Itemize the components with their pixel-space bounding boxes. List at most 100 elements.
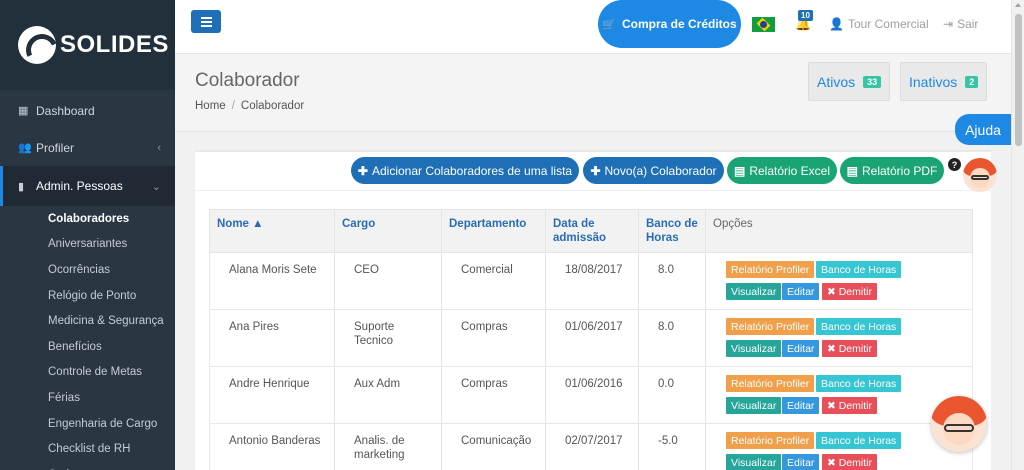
menu-toggle-button[interactable] — [191, 10, 221, 33]
editar-button[interactable]: Editar — [782, 283, 820, 300]
user-times-icon: ✖ — [827, 342, 839, 355]
cell-nome: Ana Pires — [229, 321, 279, 333]
inativos-counter-button[interactable]: Inativos 2 — [900, 62, 988, 101]
sidebar-subitem-ferias[interactable]: Férias — [0, 385, 175, 411]
relatorio-profiler-button[interactable]: Relatório Profiler — [726, 432, 815, 449]
cell-nome: Antonio Banderas — [229, 435, 321, 447]
chevron-left-icon: ‹ — [157, 141, 161, 154]
breadcrumb-home[interactable]: Home — [195, 100, 226, 112]
scroll-up-icon[interactable] — [1015, 3, 1021, 7]
sidebar-subitem-relogio-de-ponto[interactable]: Relógio de Ponto — [0, 283, 175, 309]
brand-name: SOLIDES — [60, 31, 169, 58]
column-header-cargo[interactable]: Cargo — [342, 217, 375, 231]
add-list-label: Adicionar Colaboradores de uma lista — [371, 163, 573, 178]
cell-banco-horas: 0.0 — [658, 378, 674, 390]
grid-icon: ▦ — [18, 105, 29, 117]
relatorio-profiler-button[interactable]: Relatório Profiler — [726, 261, 815, 278]
page-title: Colaborador — [195, 70, 300, 91]
sidebar-subitem-medicina-seguranca[interactable]: Medicina & Segurança — [0, 308, 175, 334]
visualizar-button[interactable]: Visualizar — [726, 397, 782, 414]
ativos-counter-button[interactable]: Ativos 33 — [808, 62, 891, 101]
breadcrumb-current: Colaborador — [240, 100, 305, 112]
plus-icon: ✚ — [357, 163, 368, 178]
solides-logo-icon — [18, 26, 56, 64]
sidebar-subitem-colaboradores[interactable]: Colaboradores — [0, 206, 175, 232]
cell-cargo: CEO — [354, 264, 379, 276]
tour-comercial-label: Tour Comercial — [847, 17, 929, 31]
topbar: 🛒 Compra de Créditos 🔔 10 👤 Tour Comercia… — [175, 0, 1011, 54]
user-times-icon: ✖ — [827, 285, 839, 298]
brazil-flag-icon[interactable] — [752, 17, 775, 32]
editar-button[interactable]: Editar — [782, 340, 820, 357]
sidebar-subitem-cadastro[interactable]: Cadastro — [0, 462, 175, 470]
column-header-data-admissao[interactable]: Data de admissão — [553, 217, 606, 245]
sidebar: SOLIDES ▦ Dashboard 👥 Profiler ‹ ▮ Admin… — [0, 0, 175, 470]
demitir-button[interactable]: ✖ Demitir — [822, 340, 877, 357]
banco-de-horas-button[interactable]: Banco de Horas — [816, 261, 902, 278]
tour-comercial-link[interactable]: 👤 Tour Comercial — [829, 17, 929, 31]
notifications-badge: 10 — [798, 10, 813, 21]
sidebar-subitem-engenharia-de-cargo[interactable]: Engenharia de Cargo — [0, 411, 175, 437]
assistant-avatar-icon[interactable] — [963, 158, 997, 192]
page-scrollbar[interactable] — [1011, 0, 1024, 470]
column-header-banco-horas[interactable]: Banco de Horas — [646, 217, 698, 245]
brand-logo[interactable]: SOLIDES — [0, 0, 175, 90]
banco-de-horas-button[interactable]: Banco de Horas — [816, 318, 902, 335]
card-divider — [195, 190, 991, 191]
demitir-button[interactable]: ✖ Demitir — [822, 397, 877, 414]
cell-admissao: 01/06/2017 — [565, 321, 623, 333]
demitir-button[interactable]: ✖ Demitir — [822, 454, 877, 470]
table-row: Ana Pires Suporte Tecnico Compras 01/06/2… — [209, 310, 973, 367]
sidebar-subitem-controle-de-metas[interactable]: Controle de Metas — [0, 360, 175, 386]
cart-icon: 🛒 — [602, 18, 616, 31]
relatorio-profiler-button[interactable]: Relatório Profiler — [726, 375, 815, 392]
sidebar-subitem-checklist-de-rh[interactable]: Checklist de RH — [0, 436, 175, 462]
user-icon: 👤 — [829, 17, 844, 31]
cell-admissao: 02/07/2017 — [565, 435, 623, 447]
collaborators-card: ✚ Adicionar Colaboradores de uma lista ✚ N… — [195, 150, 991, 470]
chat-assistant-avatar-icon[interactable] — [931, 396, 987, 452]
users-icon: 👥 — [18, 142, 32, 154]
pdf-report-button[interactable]: ▤ Relatório PDF — [840, 157, 944, 184]
cell-nome: Alana Moris Sete — [229, 264, 317, 276]
sidebar-subitem-aniversariantes[interactable]: Aniversariantes — [0, 232, 175, 258]
add-collaborators-from-list-button[interactable]: ✚ Adicionar Colaboradores de uma lista — [351, 157, 579, 184]
editar-button[interactable]: Editar — [782, 397, 820, 414]
sidebar-subitem-beneficios[interactable]: Benefícios — [0, 334, 175, 360]
sidebar-item-dashboard[interactable]: ▦ Dashboard — [0, 92, 175, 129]
help-tab-button[interactable]: Ajuda — [955, 114, 1011, 145]
scrollbar-thumb[interactable] — [1015, 14, 1022, 146]
visualizar-button[interactable]: Visualizar — [726, 283, 782, 300]
sidebar-subitem-ocorrencias[interactable]: Ocorrências — [0, 257, 175, 283]
user-times-icon: ✖ — [827, 456, 839, 469]
page-header: Colaborador Home / Colaborador Ativos 33 I… — [175, 54, 1011, 132]
excel-report-button[interactable]: ▤ Relatório Excel — [727, 157, 837, 184]
hamburger-icon — [200, 16, 212, 19]
table-row: Alana Moris Sete CEO Comercial 18/08/201… — [209, 253, 973, 310]
visualizar-button[interactable]: Visualizar — [726, 340, 782, 357]
visualizar-button[interactable]: Visualizar — [726, 454, 782, 470]
banco-de-horas-button[interactable]: Banco de Horas — [816, 432, 902, 449]
cell-banco-horas: 8.0 — [658, 321, 674, 333]
logout-link[interactable]: ⇥ Sair — [943, 17, 978, 31]
file-pdf-icon: ▤ — [846, 163, 858, 178]
editar-button[interactable]: Editar — [782, 454, 820, 470]
demitir-button[interactable]: ✖ Demitir — [822, 283, 877, 300]
column-header-departamento[interactable]: Departamento — [449, 217, 526, 231]
inativos-count-badge: 2 — [965, 75, 979, 88]
column-header-nome[interactable]: Nome ▲ — [217, 217, 264, 231]
ativos-count-badge: 33 — [863, 75, 882, 88]
chevron-down-icon: ⌄ — [151, 180, 161, 193]
cell-admissao: 18/08/2017 — [565, 264, 623, 276]
inativos-label: Inativos — [909, 73, 958, 90]
sidebar-item-profiler[interactable]: 👥 Profiler ‹ — [0, 129, 175, 166]
help-question-icon[interactable]: ? — [948, 158, 961, 171]
relatorio-profiler-button[interactable]: Relatório Profiler — [726, 318, 815, 335]
banco-de-horas-button[interactable]: Banco de Horas — [816, 375, 902, 392]
table-row: Andre Henrique Aux Adm Compras 01/06/201… — [209, 367, 973, 424]
new-collaborator-label: Novo(a) Colaborador — [604, 163, 717, 178]
new-collaborator-button[interactable]: ✚ Novo(a) Colaborador — [583, 157, 724, 184]
cell-banco-horas: 8.0 — [658, 264, 674, 276]
sidebar-item-admin-pessoas[interactable]: ▮ Admin. Pessoas ⌄ — [0, 166, 175, 206]
buy-credits-button[interactable]: 🛒 Compra de Créditos — [598, 0, 741, 48]
